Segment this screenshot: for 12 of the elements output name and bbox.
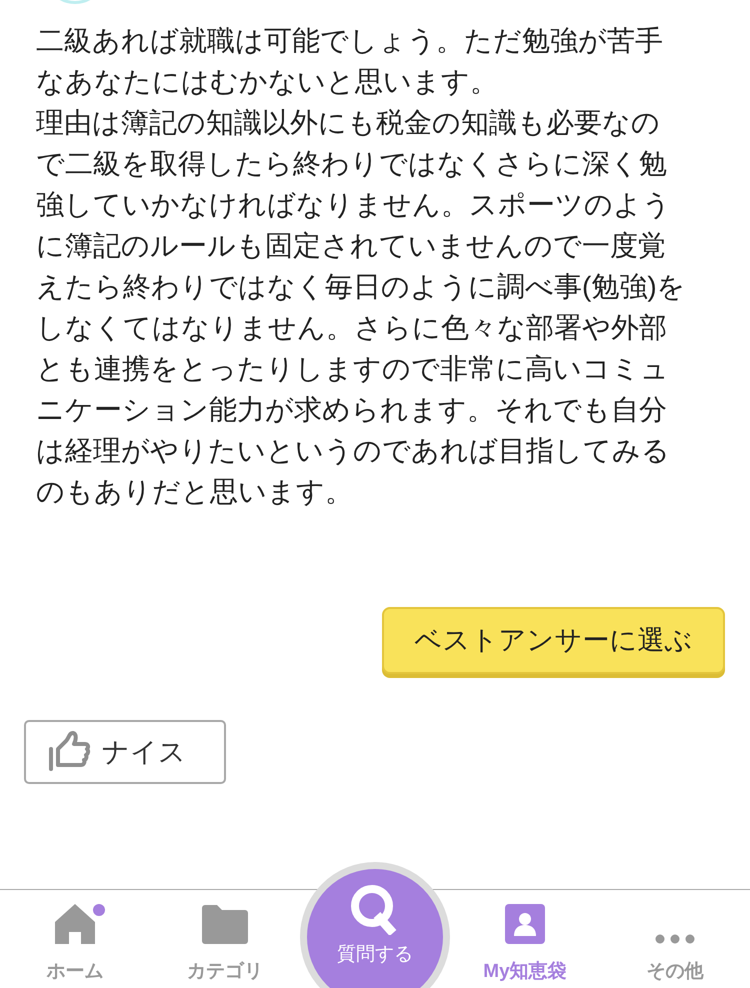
folder-icon: [202, 904, 248, 944]
tab-item[interactable]: その他: [600, 890, 750, 988]
profile-icon: [505, 904, 545, 944]
nice-button[interactable]: ナイス: [24, 720, 226, 784]
ask-button[interactable]: 質問する: [300, 862, 450, 988]
more-icon: [655, 934, 695, 944]
answer-text: 二級あれば就職は可能でしょう。ただ勉強が苦手 なあなたにはむかないと思います。 理由は簿記の知識以外にも税金の知識も必要なの で二級を取得したら終わりではなくさらに深く勉 強していかなければなりません。スポーツのよう に簿記のルールも固定されていませんので一度覚 えたら終わりではなく毎日のように調べ事(勉強)を しなくてはなりません。さらに色々な部署や外部 とも連携をとったりしますので非常に高いコミュ ニケーション能力が求められます。それでも自分 は経理がやりたいというのであれば目指してみる のもありだと思います。: [36, 24, 687, 509]
tab-item[interactable]: カテゴリ: [150, 890, 300, 988]
thumbs-up-icon: [48, 731, 92, 773]
home-icon: [53, 902, 97, 944]
tab-item[interactable]: My知恵袋: [450, 890, 600, 988]
tab-item[interactable]: ホーム: [0, 890, 150, 988]
